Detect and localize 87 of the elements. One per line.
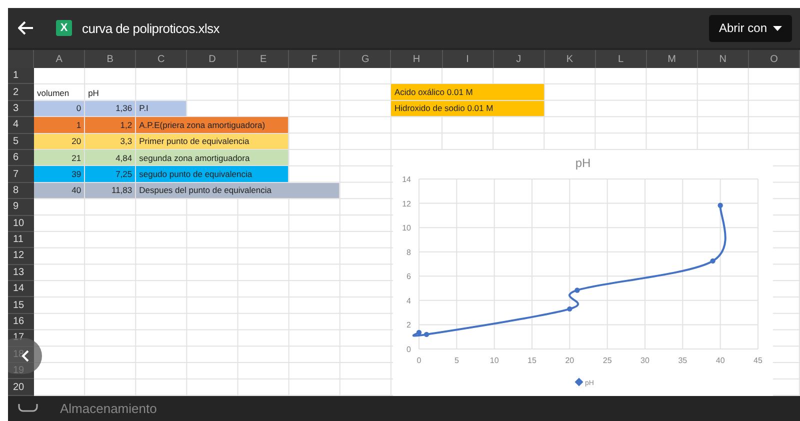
axis-label: 12 [402, 199, 411, 208]
axis-label: 10 [402, 224, 411, 233]
axis-label: 15 [528, 356, 536, 365]
axis-label: 10 [490, 356, 499, 365]
collapse-button[interactable] [8, 338, 42, 374]
axis-label: 25 [602, 356, 612, 365]
row-header[interactable]: 7 [8, 166, 34, 183]
sheet-cell[interactable]: 1 [34, 117, 86, 134]
axis-label: 0 [406, 345, 411, 354]
legend-marker-icon [574, 378, 584, 386]
data-point [710, 258, 716, 264]
data-point [718, 202, 723, 208]
back-arrow-icon [18, 21, 34, 35]
sheet-cell[interactable]: 21 [34, 150, 86, 166]
axis-label: 4 [406, 296, 411, 306]
column-header[interactable]: A [34, 50, 86, 68]
sheet-cell[interactable]: Primer punto de equivalencia [136, 134, 290, 150]
caret-icon [773, 26, 782, 30]
open-with-button[interactable]: Abrir con [708, 14, 792, 42]
sheet-cell[interactable]: pH [85, 84, 136, 101]
axis-label: 40 [716, 356, 725, 365]
row-header[interactable]: 16 [8, 314, 34, 330]
column-header[interactable]: J [494, 50, 545, 68]
column-header[interactable]: F [289, 50, 340, 68]
column-header[interactable]: K [544, 50, 596, 68]
sheet-cell[interactable]: 11,83 [85, 182, 136, 200]
axis-label: 2 [406, 320, 411, 330]
sheet-cell[interactable]: 1,36 [85, 100, 136, 118]
storage-label: Almacenamiento [60, 400, 157, 416]
row-header[interactable]: 4 [8, 117, 34, 134]
axis-label: 20 [565, 356, 574, 365]
sheet-cell[interactable]: 0 [34, 100, 86, 118]
axis-label: 35 [678, 356, 688, 365]
column-header[interactable]: L [596, 50, 647, 68]
row-header[interactable]: 20 [8, 379, 34, 396]
axis-label: 6 [406, 272, 411, 282]
data-point [424, 332, 430, 338]
row-header[interactable]: 10 [8, 216, 34, 232]
sheet-cell[interactable]: volumen [34, 84, 86, 101]
sheet-cell[interactable]: Despues del punto de equivalencia [136, 182, 340, 200]
sheet-cell[interactable]: 4,84 [85, 150, 136, 166]
column-header[interactable]: I [442, 50, 494, 68]
row-header[interactable]: 5 [8, 134, 34, 150]
sheet-cell[interactable]: segudo punto de equivalencia [136, 166, 290, 183]
sheet-cell[interactable]: 39 [34, 166, 86, 183]
excel-file-icon: X [56, 20, 72, 36]
column-header[interactable]: O [748, 50, 800, 68]
axis-label: 45 [754, 356, 762, 365]
row-header[interactable]: 11 [8, 232, 34, 248]
column-header[interactable]: C [136, 50, 188, 68]
row-header[interactable]: 1 [8, 68, 34, 84]
row-header[interactable]: 14 [8, 281, 34, 298]
chart-title: pH [575, 156, 591, 170]
axis-label: 0 [416, 356, 422, 365]
row-header[interactable]: 6 [8, 150, 34, 166]
sheet-cell[interactable]: 3,3 [85, 134, 136, 150]
row-header[interactable]: 13 [8, 264, 34, 282]
data-point [574, 288, 580, 293]
axis-label: 5 [454, 356, 459, 365]
column-header[interactable]: G [340, 50, 392, 68]
row-header[interactable]: 9 [8, 199, 34, 216]
axis-label: 30 [640, 356, 650, 365]
row-header[interactable]: 3 [8, 100, 34, 118]
note-cell[interactable]: Acido oxálico 0.01 M [391, 84, 545, 101]
sheet-cell[interactable]: A.P.E(priera zona amortiguadora) [136, 117, 290, 134]
column-header[interactable]: M [646, 50, 698, 68]
column-header[interactable]: E [238, 50, 290, 68]
row-header[interactable]: 15 [8, 297, 34, 314]
axis-label: 14 [402, 175, 411, 184]
column-header[interactable]: D [187, 50, 238, 68]
column-header[interactable]: N [698, 50, 749, 68]
column-header[interactable]: H [391, 50, 443, 68]
file-name: curva de poliproticos.xlsx [82, 20, 220, 36]
sheet-cell[interactable]: segunda zona amortiguadora [136, 150, 290, 166]
row-header[interactable]: 8 [8, 182, 34, 200]
data-point [416, 330, 422, 336]
note-cell[interactable]: Hidroxido de sodio 0.01 M [391, 100, 545, 118]
sheet-cell[interactable]: 20 [34, 134, 86, 150]
row-header[interactable]: 12 [8, 248, 34, 265]
axis-label: 8 [406, 248, 411, 257]
column-header[interactable]: B [85, 50, 136, 68]
sheet-cell[interactable]: 40 [34, 182, 86, 200]
data-point [567, 306, 572, 312]
sheet-cell[interactable]: 1,2 [85, 117, 136, 134]
sheet-cell[interactable]: 7,25 [85, 166, 136, 183]
row-header[interactable]: 2 [8, 84, 34, 101]
sheet-cell[interactable]: P.I [136, 100, 188, 118]
